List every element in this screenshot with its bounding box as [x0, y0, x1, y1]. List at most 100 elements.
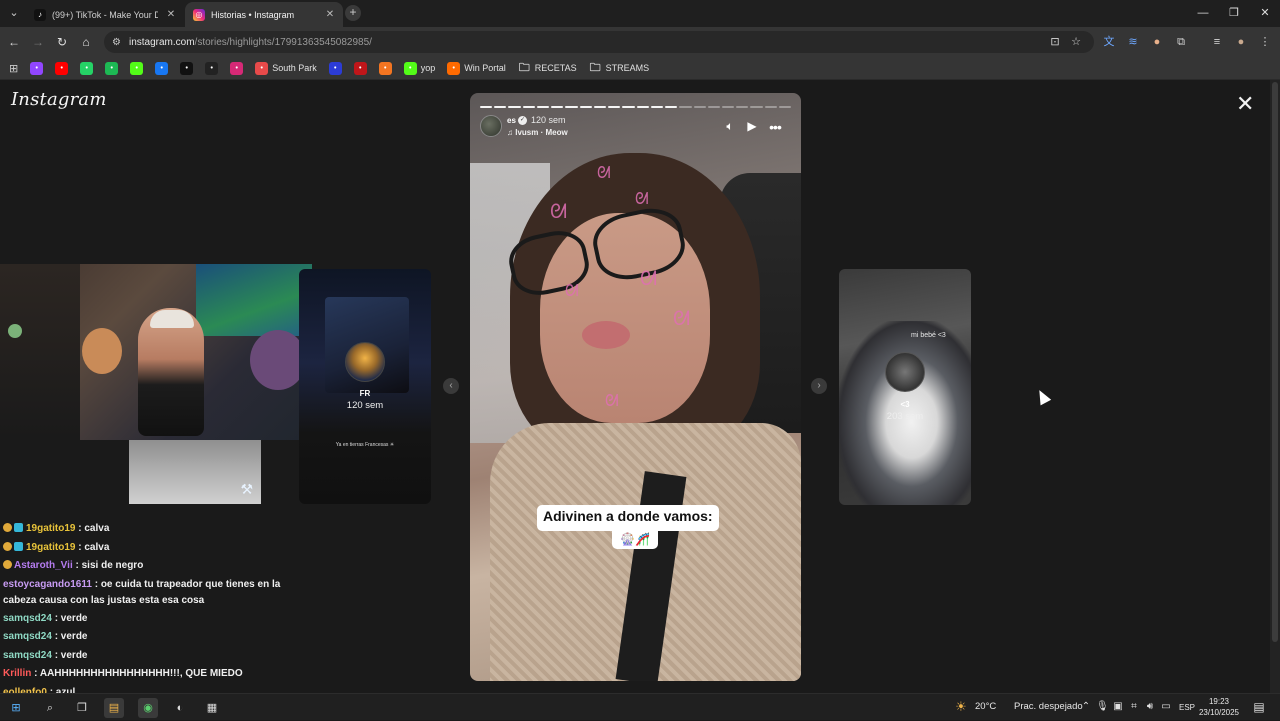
- bookmark-item[interactable]: •: [152, 61, 171, 75]
- bunny-filter-icon: ᘛ: [565, 283, 579, 300]
- tray-chevron-icon[interactable]: ⌃: [1080, 701, 1092, 712]
- more-options-icon[interactable]: •••: [767, 119, 783, 135]
- story-card-name: <3: [900, 400, 910, 409]
- minimize-button[interactable]: —: [1187, 0, 1219, 27]
- music-note-icon: ♫: [507, 128, 516, 137]
- page-scrollbar[interactable]: [1270, 80, 1280, 693]
- profile-avatar[interactable]: ●: [1232, 33, 1250, 51]
- winportal-icon: •: [447, 61, 461, 75]
- instagram-icon: ◎: [193, 8, 205, 21]
- obs-icon[interactable]: ◐: [170, 698, 190, 718]
- active-story[interactable]: ᘛ ᘛ ᘛ ᘛ ᘛ ᘛ ᘛ es ✓ 120 sem ♫ lvusm · Meo…: [470, 93, 801, 681]
- network-icon[interactable]: ⌗: [1128, 701, 1140, 712]
- bookmark-item[interactable]: •: [77, 61, 96, 75]
- extensions-puzzle-icon[interactable]: ⧉: [1172, 33, 1190, 51]
- tab-close-icon[interactable]: ✕: [164, 9, 178, 20]
- bookmark-item[interactable]: •: [27, 61, 46, 75]
- previous-story-arrow[interactable]: ‹: [443, 378, 459, 394]
- new-tab-button[interactable]: +: [345, 5, 361, 21]
- next-story-arrow[interactable]: ›: [811, 378, 827, 394]
- bookmark-item[interactable]: • South Park: [252, 61, 320, 75]
- forward-button[interactable]: →: [29, 33, 47, 51]
- bookmark-item[interactable]: •: [351, 61, 370, 75]
- tab-tiktok[interactable]: ♪ (99+) TikTok - Make Your Day ✕: [26, 2, 184, 27]
- extension-icon[interactable]: ●: [1148, 33, 1166, 51]
- chat-username: samqsd24: [3, 631, 52, 642]
- bookmark-item[interactable]: •: [177, 61, 196, 75]
- progress-segment: [508, 106, 521, 108]
- progress-segment: [536, 106, 550, 108]
- media-controls-icon[interactable]: ≡: [1208, 33, 1226, 51]
- kick-icon: •: [130, 61, 144, 75]
- bookmark-item[interactable]: 🗀︎ STREAMS: [586, 62, 653, 75]
- microphone-icon[interactable]: 🎙︎: [1096, 701, 1109, 712]
- play-icon[interactable]: ▶: [744, 119, 760, 133]
- bookmark-item[interactable]: •: [127, 61, 146, 75]
- next-story-card[interactable]: mi bebé <3 <3 203 sem: [839, 269, 971, 505]
- story-question-sticker: Adivinen a donde vamos:: [537, 505, 719, 531]
- start-windows-icon[interactable]: ⊞: [6, 698, 26, 718]
- chat-message: Astaroth_Vii : sisi de negro: [3, 557, 303, 576]
- progress-segment: [721, 106, 735, 108]
- bookmark-item[interactable]: •: [326, 61, 345, 75]
- story-author-avatar[interactable]: [480, 115, 502, 137]
- story-music: lvusm · Meow: [515, 128, 568, 137]
- tablet-icon[interactable]: ▭: [1160, 701, 1172, 712]
- previous-story-card[interactable]: FR 120 sem Ya en tierras Francesas ☀: [299, 269, 431, 504]
- task-view-icon[interactable]: ❐: [72, 698, 92, 718]
- chat-message: samqsd24 : verde: [3, 610, 303, 629]
- file-explorer-icon[interactable]: ▤: [104, 698, 124, 718]
- progress-segment: [551, 106, 564, 108]
- chat-message: 19gatito19 : calva: [3, 539, 303, 558]
- bookmark-star-icon[interactable]: ☆: [1067, 33, 1085, 51]
- story-emoji-sticker: 🎡🎢: [612, 529, 658, 549]
- language-indicator[interactable]: ESP: [1179, 703, 1195, 712]
- close-stories-icon[interactable]: ✕: [1236, 93, 1254, 115]
- tab-instagram[interactable]: ◎ Historias • Instagram ✕: [185, 2, 343, 27]
- instagram-icon: •: [230, 61, 244, 75]
- bookmark-item[interactable]: •: [376, 61, 395, 75]
- story-card-overlay-text: mi bebé <3: [911, 332, 946, 339]
- bookmark-item[interactable]: •: [102, 61, 121, 75]
- instagram-logo[interactable]: Instagram: [11, 89, 107, 110]
- bunny-filter-icon: ᘛ: [640, 268, 658, 290]
- search-icon[interactable]: ⌕: [40, 698, 60, 718]
- notifications-icon[interactable]: ▤: [1253, 700, 1265, 714]
- progress-segment: [693, 106, 706, 108]
- tab-close-icon[interactable]: ✕: [323, 9, 337, 20]
- close-window-button[interactable]: ✕: [1249, 0, 1280, 27]
- app-icon[interactable]: ▦: [202, 698, 222, 718]
- chat-username: Krillin: [3, 668, 32, 679]
- bookmark-item[interactable]: 🗀︎ RECETAS: [515, 62, 580, 75]
- reload-button[interactable]: ↻: [53, 33, 71, 51]
- address-bar[interactable]: ⚙ instagram.com/stories/highlights/17991…: [104, 31, 1094, 53]
- bookmark-item[interactable]: • Win Portal: [444, 61, 509, 75]
- weather-temperature[interactable]: 20°C: [975, 701, 996, 712]
- story-avatar: [885, 352, 925, 392]
- bookmark-item[interactable]: •: [202, 61, 221, 75]
- install-app-icon[interactable]: ⊡: [1046, 33, 1064, 51]
- weather-description[interactable]: Prac. despejado: [1014, 701, 1083, 712]
- home-button[interactable]: ⌂: [77, 33, 95, 51]
- spotify-icon: •: [105, 61, 119, 75]
- bookmark-item[interactable]: • yop: [401, 61, 439, 75]
- display-icon[interactable]: ▣: [1112, 701, 1124, 712]
- translate-icon[interactable]: 文: [1100, 33, 1118, 51]
- mute-icon[interactable]: 🔈︎: [722, 119, 738, 134]
- taskbar-clock[interactable]: 19:23 23/10/2025: [1197, 696, 1241, 718]
- extension-wave-icon[interactable]: ≋: [1124, 33, 1142, 51]
- site-info-icon[interactable]: ⚙: [112, 37, 121, 48]
- chrome-icon[interactable]: ◉: [138, 698, 158, 718]
- bookmark-item[interactable]: •: [227, 61, 246, 75]
- story-card-caption: Ya en tierras Francesas ☀: [335, 442, 395, 448]
- tab-title: Historias • Instagram: [211, 9, 295, 20]
- volume-icon[interactable]: 🔊︎: [1144, 701, 1156, 712]
- menu-kebab-icon[interactable]: ⋮: [1256, 33, 1274, 51]
- story-username[interactable]: es: [507, 116, 516, 125]
- apps-grid-icon[interactable]: ⊞: [6, 62, 21, 75]
- restore-button[interactable]: ❐: [1218, 0, 1250, 27]
- tab-search-chevron-icon[interactable]: ⌄: [4, 3, 24, 23]
- bookmark-item[interactable]: •: [52, 61, 71, 75]
- back-button[interactable]: ←: [5, 33, 23, 51]
- chat-badge-icon: [14, 541, 23, 551]
